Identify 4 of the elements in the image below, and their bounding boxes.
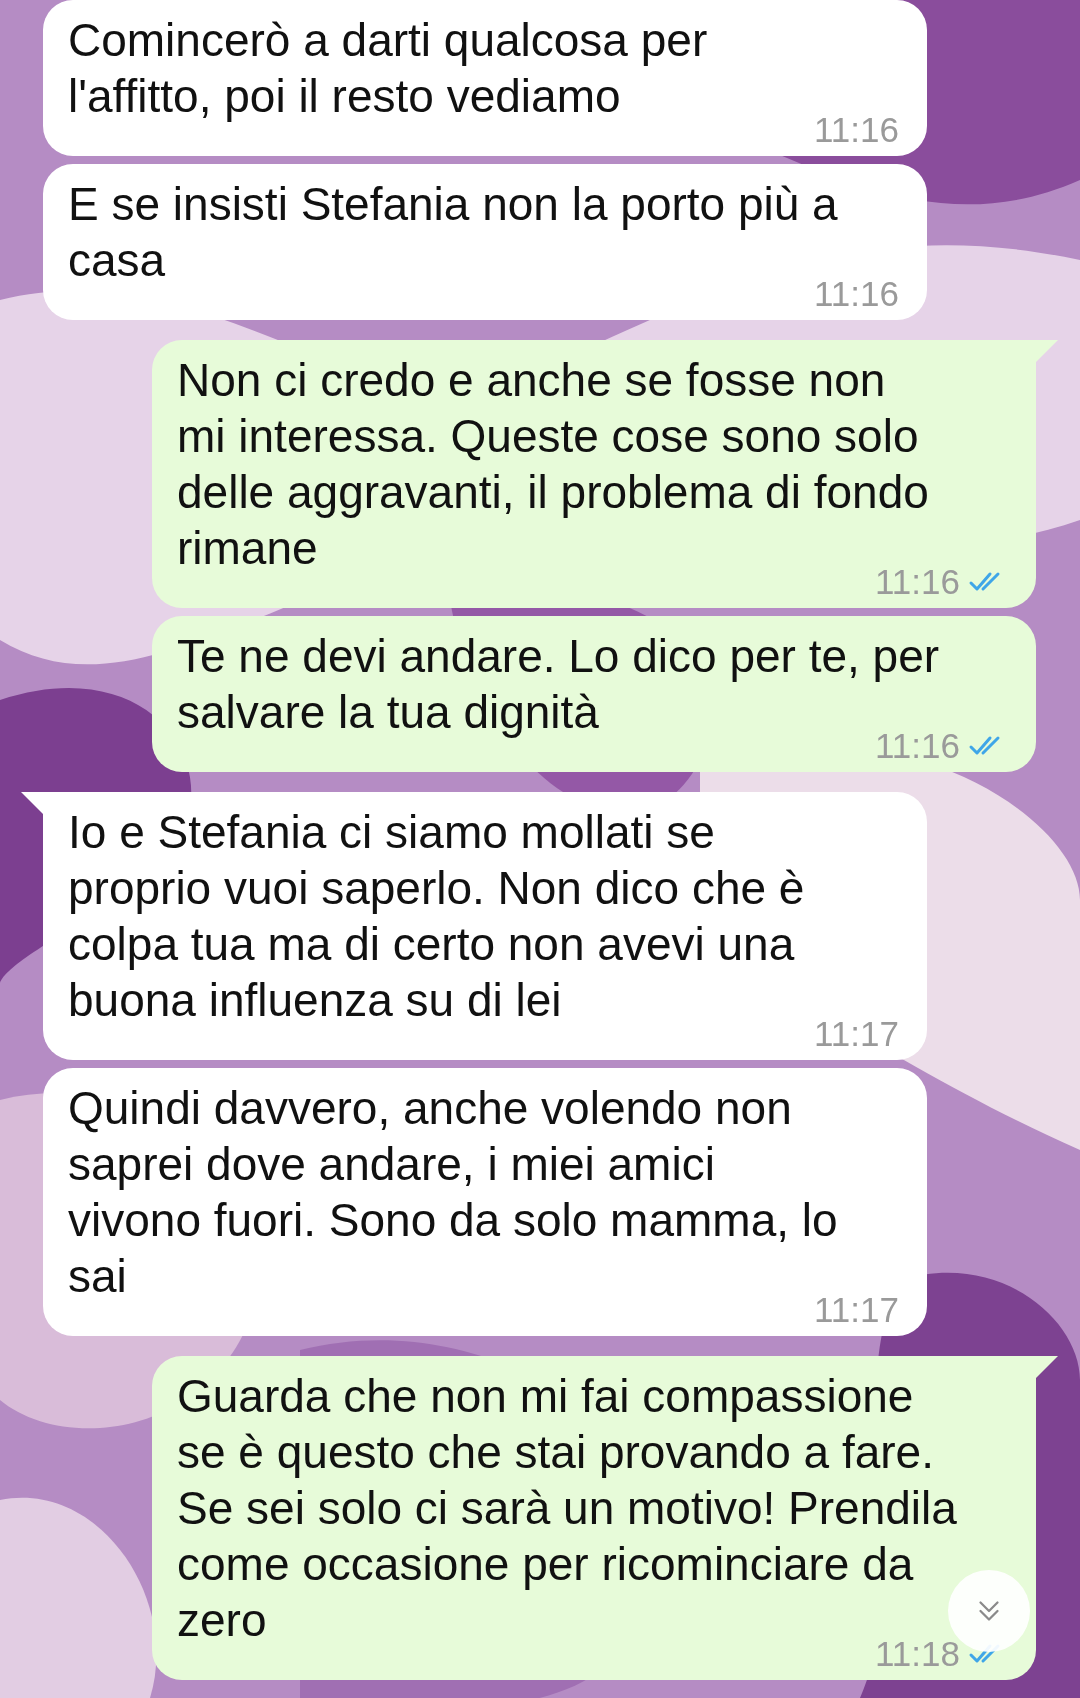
message-time: 11:17: [814, 1014, 899, 1054]
message-time: 11:16: [814, 110, 899, 150]
message-text: Io e Stefania ci siamo mollati se proprio vuoi saperlo. Non dico che è colpa tua ma di certo non avevi una buona influenza su di lei: [68, 805, 805, 1028]
message-text: Comincerò a darti qualcosa per l'affitto, poi il resto vediamo: [68, 13, 708, 124]
